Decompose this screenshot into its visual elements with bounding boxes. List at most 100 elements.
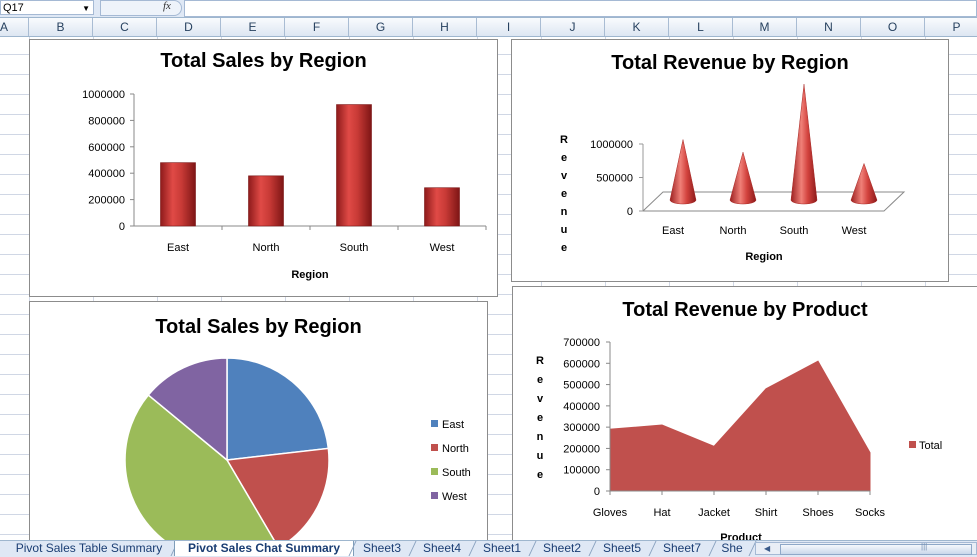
column-header-p[interactable]: P <box>925 18 977 36</box>
formula-bar: Q17 ▼ fx <box>0 0 977 18</box>
x-tick-label: North <box>253 242 280 254</box>
x-tick-label: Gloves <box>593 507 628 519</box>
bar <box>424 187 460 227</box>
x-tick-label: Shoes <box>802 507 834 519</box>
cone <box>790 84 818 205</box>
x-tick-label: Jacket <box>698 507 730 519</box>
sheet-tab[interactable]: Sheet3 <box>352 541 412 556</box>
chart-sales-by-region-pie[interactable]: Total Sales by Region East North South West <box>29 301 488 542</box>
y-tick-label: 200000 <box>88 195 125 207</box>
function-icon[interactable]: fx <box>163 0 171 12</box>
x-tick-label: South <box>780 225 809 237</box>
sheet-tab[interactable]: Sheet2 <box>532 541 592 556</box>
cone <box>850 162 878 205</box>
column-header-m[interactable]: M <box>733 18 797 36</box>
chart-revenue-by-region-cone[interactable]: Total Revenue by Region 0 500000 1000000 Ea… <box>511 39 949 282</box>
y-axis-label-letter: n <box>537 431 544 443</box>
column-header-j[interactable]: J <box>541 18 605 36</box>
x-tick-label: South <box>340 242 369 254</box>
y-axis-label-letter: e <box>537 469 543 481</box>
y-axis-label-letter: v <box>537 393 544 405</box>
x-tick-label: North <box>720 225 747 237</box>
y-axis-label-letter: v <box>561 170 568 182</box>
column-headers: ABCDEFGHIJKLMNOP <box>0 18 977 37</box>
column-header-b[interactable]: B <box>29 18 93 36</box>
formula-input[interactable] <box>184 0 977 17</box>
legend-swatch <box>431 492 438 499</box>
chart-title: Total Sales by Region <box>160 50 367 72</box>
y-tick-label: 500000 <box>596 173 633 185</box>
cone <box>729 151 757 205</box>
legend-label: North <box>442 443 469 455</box>
legend-swatch <box>431 468 438 475</box>
x-tick-label: East <box>167 242 189 254</box>
grip-icon: ||| <box>921 542 928 551</box>
legend-label: East <box>442 419 464 431</box>
legend-label: Total <box>919 440 942 452</box>
y-axis-label-letter: e <box>537 374 543 386</box>
name-box[interactable]: Q17 ▼ <box>0 0 94 15</box>
area-series <box>609 360 871 492</box>
chart-sales-by-region-bar[interactable]: Total Sales by Region 0 200000 400000 60000… <box>29 39 498 297</box>
y-tick-label: 600000 <box>563 358 600 370</box>
y-tick-label: 300000 <box>563 422 600 434</box>
y-axis-label-letter: u <box>537 450 544 462</box>
legend-swatch <box>909 441 916 448</box>
column-header-o[interactable]: O <box>861 18 925 36</box>
cone-chart-plot: 05000001000000East North South WestRevenueR… <box>560 84 906 263</box>
column-header-c[interactable]: C <box>93 18 157 36</box>
scroll-left-icon[interactable]: ◀ <box>764 544 776 554</box>
y-tick-label: 500000 <box>563 380 600 392</box>
area-chart-plot: 0 100000 200000 300000 400000 500000 600000 700… <box>536 337 942 541</box>
x-tick-label: Hat <box>653 507 670 519</box>
column-header-i[interactable]: I <box>477 18 541 36</box>
sheet-tab[interactable]: Sheet7 <box>652 541 712 556</box>
y-axis-label-letter: e <box>537 412 543 424</box>
column-header-n[interactable]: N <box>797 18 861 36</box>
column-header-e[interactable]: E <box>221 18 285 36</box>
chart-title: Total Sales by Region <box>155 316 362 338</box>
chevron-down-icon[interactable]: ▼ <box>82 1 90 16</box>
column-header-h[interactable]: H <box>413 18 477 36</box>
scrollbar-thumb[interactable]: ||| <box>780 542 972 555</box>
y-tick-label: 1000000 <box>82 89 125 101</box>
chart-revenue-by-product-area[interactable]: Total Revenue by Product 0 100000 200000 30… <box>512 286 977 542</box>
bar <box>336 104 372 227</box>
pie-slice <box>226 357 330 461</box>
sheet-tab[interactable]: Sheet1 <box>472 541 532 556</box>
y-axis-label-letter: R <box>560 134 568 146</box>
bar <box>248 175 284 227</box>
y-tick-label: 800000 <box>88 115 125 127</box>
y-tick-label: 1000000 <box>590 139 633 151</box>
column-header-k[interactable]: K <box>605 18 669 36</box>
legend-label: West <box>442 491 467 503</box>
y-axis-label-letter: u <box>561 224 568 236</box>
sheet-tab[interactable]: Sheet5 <box>592 541 652 556</box>
sheet-tab[interactable]: Pivot Sales Chat Summary <box>174 541 354 556</box>
y-axis-label-letter: e <box>561 242 567 254</box>
chart-title: Total Revenue by Region <box>611 52 849 74</box>
column-header-f[interactable]: F <box>285 18 349 36</box>
y-axis-label-letter: R <box>536 355 544 367</box>
bar <box>160 162 196 227</box>
formula-controls: fx <box>100 0 182 16</box>
y-tick-label: 0 <box>594 486 600 498</box>
x-tick-label: Socks <box>855 507 885 519</box>
column-header-d[interactable]: D <box>157 18 221 36</box>
cone <box>669 139 697 205</box>
horizontal-scrollbar[interactable]: ◀ ||| <box>755 542 977 555</box>
column-header-l[interactable]: L <box>669 18 733 36</box>
y-tick-label: 0 <box>627 206 633 218</box>
sheet-tab[interactable]: She <box>712 541 752 556</box>
legend-swatch <box>431 444 438 451</box>
y-tick-label: 400000 <box>563 401 600 413</box>
column-header-a[interactable]: A <box>0 18 29 36</box>
sheet-tab[interactable]: Pivot Sales Table Summary <box>4 541 174 556</box>
y-axis-label-letter: e <box>561 188 567 200</box>
x-tick-label: West <box>842 225 867 237</box>
legend-swatch <box>431 420 438 427</box>
y-axis-label-letter: n <box>561 206 568 218</box>
sheet-tab[interactable]: Sheet4 <box>412 541 472 556</box>
column-header-g[interactable]: G <box>349 18 413 36</box>
x-axis-label: Region <box>745 251 783 263</box>
